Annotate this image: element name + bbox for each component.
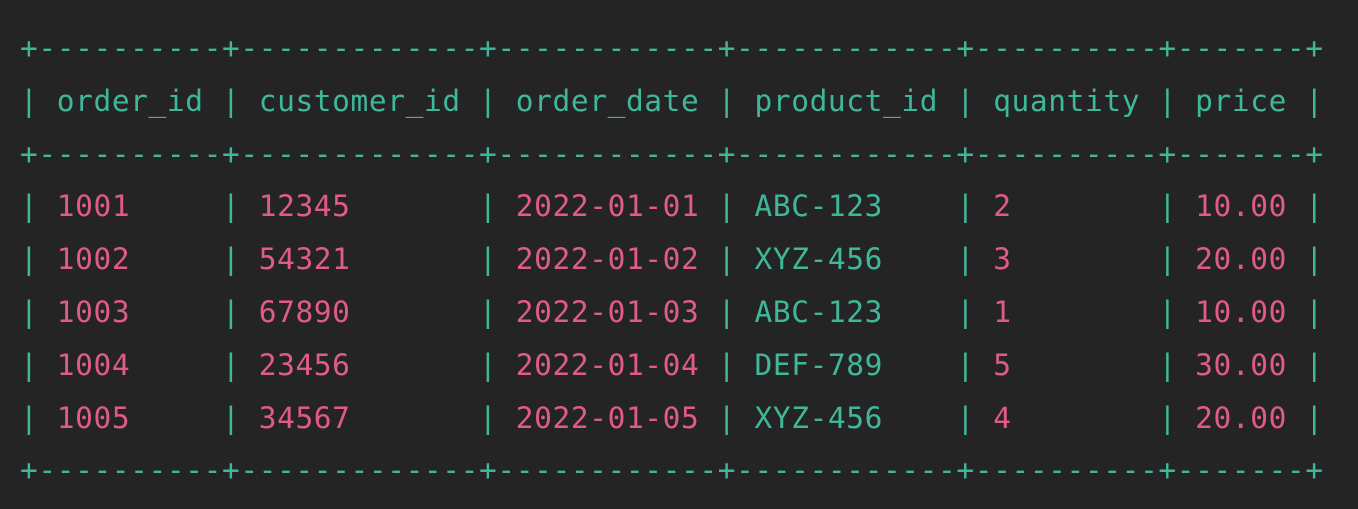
column-separator: |	[956, 295, 975, 329]
header-cell: order_date	[497, 84, 718, 118]
column-separator: |	[956, 189, 975, 223]
column-separator: |	[1158, 348, 1177, 382]
table-row: | 1005 | 34567 | 2022-01-05 | XYZ-456 | …	[20, 398, 1324, 438]
terminal-window: +----------+-------------+------------+-…	[0, 0, 1358, 509]
table-cell-product-id: ABC-123	[736, 189, 957, 223]
column-separator: |	[20, 189, 39, 223]
table-cell-product-id: XYZ-456	[736, 401, 957, 435]
column-separator: |	[956, 401, 975, 435]
table-cell-customer-id: 34567	[240, 401, 480, 435]
table-cell-customer-id: 67890	[240, 295, 480, 329]
column-separator: |	[717, 84, 737, 118]
table-cell-customer-id: 54321	[240, 242, 480, 276]
table-cell-order-id: 1001	[38, 189, 222, 223]
column-separator: |	[479, 242, 498, 276]
table-cell-price: 10.00	[1176, 295, 1306, 329]
column-separator: |	[1305, 401, 1324, 435]
column-separator: |	[956, 348, 975, 382]
header-cell: price	[1176, 84, 1306, 118]
column-separator: |	[20, 242, 39, 276]
column-separator: |	[20, 295, 39, 329]
column-separator: |	[717, 242, 737, 276]
table-cell-order-date: 2022-01-02	[497, 242, 718, 276]
table-cell-price: 20.00	[1176, 401, 1306, 435]
table-row: | 1001 | 12345 | 2022-01-01 | ABC-123 | …	[20, 186, 1324, 226]
table-cell-customer-id: 23456	[240, 348, 480, 382]
header-cell: order_id	[38, 84, 222, 118]
table-cell-price: 20.00	[1176, 242, 1306, 276]
table-border-top: +----------+-------------+------------+-…	[20, 31, 1324, 65]
table-cell-quantity: 2	[974, 189, 1159, 223]
column-separator: |	[479, 84, 498, 118]
column-separator: |	[717, 401, 737, 435]
column-separator: |	[1305, 348, 1324, 382]
table-cell-order-date: 2022-01-05	[497, 401, 718, 435]
column-separator: |	[221, 348, 241, 382]
table-header-row: | order_id | customer_id | order_date | …	[20, 81, 1324, 121]
table-cell-price: 10.00	[1176, 189, 1306, 223]
table-cell-quantity: 4	[974, 401, 1159, 435]
table-row: | 1004 | 23456 | 2022-01-04 | DEF-789 | …	[20, 345, 1324, 385]
table-cell-order-date: 2022-01-04	[497, 348, 718, 382]
column-separator: |	[1158, 401, 1177, 435]
table-row: | 1003 | 67890 | 2022-01-03 | ABC-123 | …	[20, 292, 1324, 332]
table-border-header: +----------+-------------+------------+-…	[20, 137, 1324, 171]
table-cell-price: 30.00	[1176, 348, 1306, 382]
table-cell-order-id: 1005	[38, 401, 222, 435]
table-cell-quantity: 3	[974, 242, 1159, 276]
column-separator: |	[1158, 189, 1177, 223]
table-cell-order-id: 1003	[38, 295, 222, 329]
table-cell-product-id: XYZ-456	[736, 242, 957, 276]
column-separator: |	[1305, 295, 1324, 329]
column-separator: |	[1158, 84, 1177, 118]
column-separator: |	[717, 189, 737, 223]
table-cell-quantity: 5	[974, 348, 1159, 382]
header-cell: customer_id	[240, 84, 480, 118]
column-separator: |	[956, 84, 975, 118]
column-separator: |	[1305, 84, 1324, 118]
table-cell-order-id: 1002	[38, 242, 222, 276]
column-separator: |	[479, 348, 498, 382]
column-separator: |	[479, 401, 498, 435]
column-separator: |	[717, 295, 737, 329]
column-separator: |	[221, 401, 241, 435]
column-separator: |	[717, 348, 737, 382]
column-separator: |	[221, 189, 241, 223]
table-cell-product-id: ABC-123	[736, 295, 957, 329]
column-separator: |	[1158, 295, 1177, 329]
column-separator: |	[479, 189, 498, 223]
column-separator: |	[479, 295, 498, 329]
table-cell-order-date: 2022-01-03	[497, 295, 718, 329]
table-border-bottom: +----------+-------------+------------+-…	[20, 453, 1324, 487]
table-cell-order-date: 2022-01-01	[497, 189, 718, 223]
column-separator: |	[221, 242, 241, 276]
column-separator: |	[1305, 242, 1324, 276]
column-separator: |	[20, 84, 39, 118]
column-separator: |	[1158, 242, 1177, 276]
table-cell-quantity: 1	[974, 295, 1159, 329]
table-row: | 1002 | 54321 | 2022-01-02 | XYZ-456 | …	[20, 239, 1324, 279]
column-separator: |	[20, 401, 39, 435]
table-cell-product-id: DEF-789	[736, 348, 957, 382]
column-separator: |	[221, 84, 241, 118]
header-cell: quantity	[974, 84, 1159, 118]
column-separator: |	[1305, 189, 1324, 223]
column-separator: |	[956, 242, 975, 276]
column-separator: |	[221, 295, 241, 329]
table-cell-customer-id: 12345	[240, 189, 480, 223]
table-cell-order-id: 1004	[38, 348, 222, 382]
header-cell: product_id	[736, 84, 957, 118]
column-separator: |	[20, 348, 39, 382]
